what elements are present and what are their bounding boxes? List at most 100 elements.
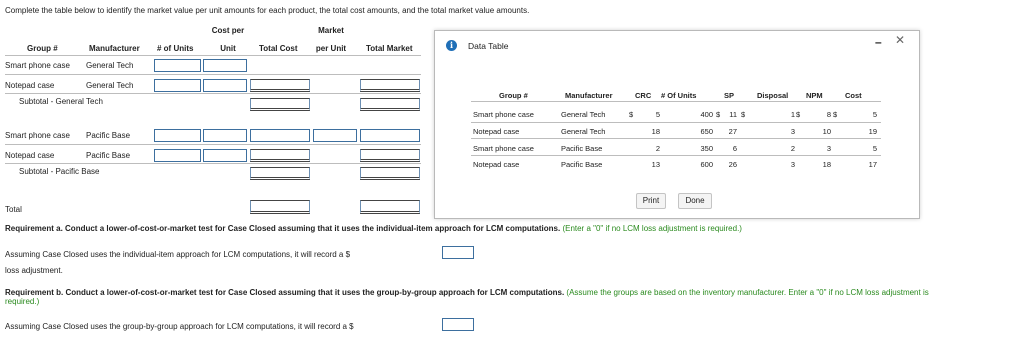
modal-row-1-sp: 11	[729, 110, 737, 119]
row-2-group: Notepad case	[5, 81, 55, 90]
requirement-a-answer-text: Assuming Case Closed uses the individual…	[5, 250, 351, 259]
header-market-top: Market	[318, 26, 344, 35]
requirement-b-answer-text: Assuming Case Closed uses the group-by-g…	[5, 322, 354, 331]
modal-header-crc: CRC	[635, 91, 652, 100]
subtotal-pacific-base-market-input[interactable]	[360, 167, 420, 180]
row-2-cost-per-unit-input[interactable]	[203, 79, 247, 92]
modal-row-2-sp: 27	[728, 127, 737, 136]
modal-row-3-manufacturer: Pacific Base	[561, 144, 603, 153]
row-1-units-input[interactable]	[154, 59, 201, 72]
modal-row-1-crc: 5	[655, 110, 660, 119]
minimize-icon[interactable]: –	[875, 35, 882, 49]
requirement-a-hint: (Enter a "0" if no LCM loss adjustment i…	[562, 224, 742, 233]
modal-row-4-manufacturer: Pacific Base	[561, 160, 603, 169]
close-icon[interactable]: ✕	[895, 33, 905, 47]
row-3-manufacturer: Pacific Base	[86, 131, 131, 140]
modal-header-manufacturer: Manufacturer	[565, 91, 613, 100]
row-3-group: Smart phone case	[5, 131, 70, 140]
modal-row-2-disposal: 3	[790, 127, 795, 136]
header-market-bottom: per Unit	[315, 44, 347, 53]
row-2-manufacturer: General Tech	[86, 81, 134, 90]
modal-row-4-disposal: 3	[790, 160, 795, 169]
modal-row-3-npm: 3	[826, 144, 831, 153]
subtotal-general-tech-market-input[interactable]	[360, 98, 420, 111]
row-4-manufacturer: Pacific Base	[86, 151, 131, 160]
modal-row-3-group: Smart phone case	[473, 144, 534, 153]
row-2-units-input[interactable]	[154, 79, 201, 92]
requirement-a-text: Conduct a lower-of-cost-or-market test f…	[65, 224, 561, 233]
subtotal-general-tech-cost-input[interactable]	[250, 98, 310, 111]
header-manufacturer: Manufacturer	[89, 44, 140, 53]
modal-row-1-npm: 8	[826, 110, 831, 119]
data-table-modal: i Data Table – ✕ Group # Manufacturer CR…	[434, 30, 920, 219]
modal-row-1-crc-dollar: $	[629, 110, 634, 119]
header-total-market: Total Market	[366, 44, 413, 53]
row-4-total-market-input[interactable]	[360, 149, 420, 162]
row-2-total-market-input[interactable]	[360, 79, 420, 92]
modal-row-1-sp-dollar-2: $	[741, 110, 746, 119]
modal-row-4-group: Notepad case	[473, 160, 520, 169]
modal-row-2-manufacturer: General Tech	[561, 127, 606, 136]
requirement-b-loss-input[interactable]	[442, 318, 474, 331]
modal-row-1-disposal: 1	[790, 110, 795, 119]
requirement-a-label: Requirement a.	[5, 224, 63, 233]
subtotal-pacific-base-label: Subtotal - Pacific Base	[19, 167, 100, 176]
requirement-b-text: Conduct a lower-of-cost-or-market test f…	[65, 288, 565, 297]
total-market-input[interactable]	[360, 200, 420, 214]
header-group: Group #	[27, 44, 58, 53]
modal-row-2-group: Notepad case	[473, 127, 520, 136]
modal-row-1-disposal-dollar: $	[796, 110, 801, 119]
row-3-units-input[interactable]	[154, 129, 201, 142]
header-divider	[5, 55, 421, 56]
modal-row-1-manufacturer: General Tech	[561, 110, 606, 119]
modal-header-cost: Cost	[845, 91, 862, 100]
modal-header-sp: SP	[724, 91, 735, 100]
modal-row-4-units: 600	[700, 160, 713, 169]
modal-row-1-cost: 5	[872, 110, 877, 119]
requirement-a-loss-input[interactable]	[442, 246, 474, 259]
row-3-cost-per-unit-input[interactable]	[203, 129, 247, 142]
modal-row-1-group: Smart phone case	[473, 110, 534, 119]
row-4-cost-per-unit-input[interactable]	[203, 149, 247, 162]
header-cost-per-top: Cost per	[211, 26, 245, 35]
row-3-market-per-unit-input[interactable]	[313, 129, 357, 142]
info-icon: i	[446, 40, 457, 51]
modal-header-units: # Of Units	[661, 91, 697, 100]
total-cost-input[interactable]	[250, 200, 310, 214]
modal-row-3-disposal: 2	[790, 144, 795, 153]
header-cost-per-bottom: Unit	[220, 44, 236, 53]
done-button[interactable]: Done	[678, 193, 712, 209]
row-3-total-cost-input[interactable]	[250, 129, 310, 142]
modal-row-2-crc: 18	[651, 127, 660, 136]
modal-title: Data Table	[468, 41, 509, 51]
modal-row-2-npm: 10	[822, 127, 831, 136]
modal-row-3-crc: 2	[655, 144, 660, 153]
row-1-cost-per-unit-input[interactable]	[203, 59, 247, 72]
modal-header-disposal: Disposal	[757, 91, 789, 100]
requirement-b-label: Requirement b.	[5, 288, 64, 297]
row-4-total-cost-input[interactable]	[250, 149, 310, 162]
modal-row-1-sp-dollar: $	[716, 110, 721, 119]
requirement-b-hint: (Assume the groups are based on the inve…	[566, 288, 929, 297]
subtotal-pacific-base-cost-input[interactable]	[250, 167, 310, 180]
header-total-cost: Total Cost	[259, 44, 298, 53]
requirement-a-answer-text-2: loss adjustment.	[5, 266, 63, 275]
row-1-group: Smart phone case	[5, 61, 70, 70]
modal-row-4-cost: 17	[868, 160, 877, 169]
row-4-units-input[interactable]	[154, 149, 201, 162]
total-label: Total	[5, 205, 22, 214]
modal-row-4-sp: 26	[728, 160, 737, 169]
print-button[interactable]: Print	[636, 193, 666, 209]
modal-header-group: Group #	[499, 91, 528, 100]
modal-row-2-cost: 19	[868, 127, 877, 136]
modal-row-3-cost: 5	[872, 144, 877, 153]
subtotal-general-tech-label: Subtotal - General Tech	[19, 97, 103, 106]
requirement-b: Requirement b. Conduct a lower-of-cost-o…	[5, 288, 929, 297]
modal-row-1-units: 400	[700, 110, 713, 119]
row-3-total-market-input[interactable]	[360, 129, 420, 142]
modal-row-1-npm-dollar: $	[833, 110, 838, 119]
requirement-a: Requirement a. Conduct a lower-of-cost-o…	[5, 224, 742, 233]
modal-row-3-sp: 6	[732, 144, 737, 153]
instructions-text: Complete the table below to identify the…	[5, 6, 530, 15]
row-2-total-cost-input[interactable]	[250, 79, 310, 92]
